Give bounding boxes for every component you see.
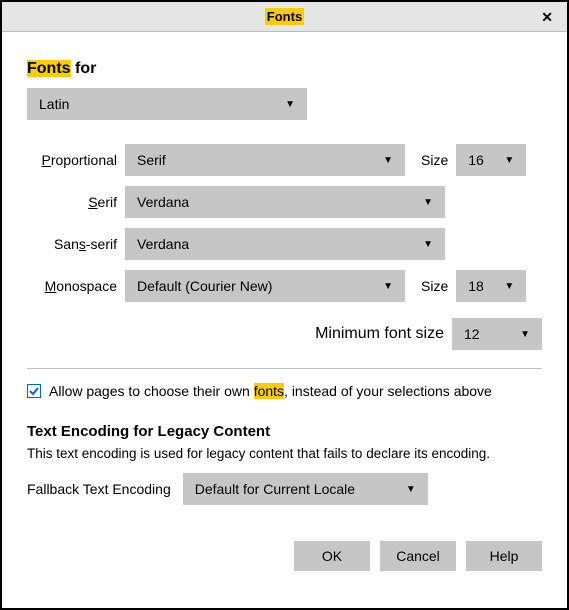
sansserif-label: Sans-serif (27, 236, 117, 252)
monospace-size-label: Size (421, 278, 448, 294)
serif-label: Serif (27, 194, 117, 210)
min-font-value: 12 (464, 326, 480, 342)
proportional-value: Serif (137, 152, 166, 168)
check-icon (28, 385, 40, 397)
encoding-label: Fallback Text Encoding (27, 481, 171, 497)
ok-button[interactable]: OK (294, 541, 370, 571)
monospace-value: Default (Courier New) (137, 278, 272, 294)
chevron-down-icon: ▼ (423, 239, 433, 250)
min-font-select[interactable]: 12 ▼ (452, 318, 542, 350)
close-icon[interactable]: ✕ (535, 7, 559, 28)
allow-pages-label: Allow pages to choose their own fonts, i… (49, 383, 492, 399)
proportional-label: Proportional (27, 152, 117, 168)
divider (27, 368, 542, 369)
chevron-down-icon: ▼ (383, 155, 393, 166)
help-button[interactable]: Help (466, 541, 542, 571)
chevron-down-icon: ▼ (423, 197, 433, 208)
button-row: OK Cancel Help (27, 541, 542, 571)
cancel-button[interactable]: Cancel (380, 541, 456, 571)
sansserif-select[interactable]: Verdana ▼ (125, 228, 445, 260)
min-font-label: Minimum font size (315, 325, 444, 343)
encoding-title: Text Encoding for Legacy Content (27, 423, 542, 440)
proportional-size-value: 16 (468, 152, 484, 168)
encoding-desc: This text encoding is used for legacy co… (27, 446, 542, 461)
monospace-select[interactable]: Default (Courier New) ▼ (125, 270, 405, 302)
allow-pages-checkbox[interactable] (27, 384, 41, 398)
serif-value: Verdana (137, 194, 189, 210)
proportional-row: Proportional Serif ▼ Size 16 ▼ (27, 144, 542, 176)
fonts-for-label-hl: Fonts (27, 60, 71, 77)
allow-pages-row: Allow pages to choose their own fonts, i… (27, 383, 542, 399)
monospace-size-select[interactable]: 18 ▼ (456, 270, 526, 302)
monospace-row: Monospace Default (Courier New) ▼ Size 1… (27, 270, 542, 302)
dialog-content: Fonts for Latin ▼ Proportional Serif ▼ S… (2, 32, 567, 587)
dialog-title: Fonts (265, 8, 304, 25)
chevron-down-icon: ▼ (285, 99, 295, 110)
titlebar: Fonts ✕ (2, 2, 567, 32)
chevron-down-icon: ▼ (406, 484, 416, 495)
fonts-for-value: Latin (39, 96, 69, 112)
encoding-value: Default for Current Locale (195, 481, 355, 497)
encoding-select[interactable]: Default for Current Locale ▼ (183, 473, 428, 505)
fonts-for-select[interactable]: Latin ▼ (27, 88, 307, 120)
serif-select[interactable]: Verdana ▼ (125, 186, 445, 218)
monospace-size-value: 18 (468, 278, 484, 294)
chevron-down-icon: ▼ (504, 155, 514, 166)
fonts-for-label-suffix: for (71, 60, 97, 77)
serif-row: Serif Verdana ▼ (27, 186, 542, 218)
sansserif-row: Sans-serif Verdana ▼ (27, 228, 542, 260)
chevron-down-icon: ▼ (520, 329, 530, 340)
chevron-down-icon: ▼ (383, 281, 393, 292)
min-font-row: Minimum font size 12 ▼ (27, 318, 542, 350)
encoding-row: Fallback Text Encoding Default for Curre… (27, 473, 542, 505)
fonts-for-heading: Fonts for (27, 60, 542, 78)
proportional-size-select[interactable]: 16 ▼ (456, 144, 526, 176)
monospace-label: Monospace (27, 278, 117, 294)
proportional-size-label: Size (421, 152, 448, 168)
sansserif-value: Verdana (137, 236, 189, 252)
chevron-down-icon: ▼ (504, 281, 514, 292)
proportional-select[interactable]: Serif ▼ (125, 144, 405, 176)
